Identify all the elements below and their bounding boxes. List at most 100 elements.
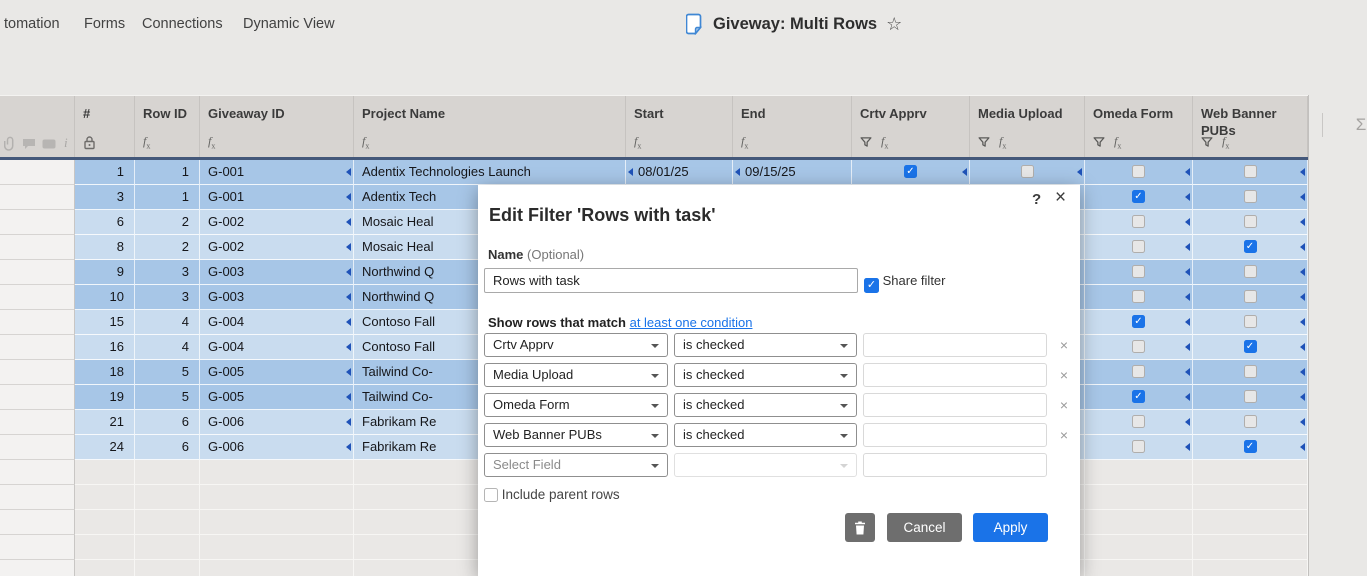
row-number-cell[interactable]: 6 [75, 210, 135, 235]
row-checkbox[interactable]: ✓ [1243, 240, 1257, 253]
omeda-form-cell[interactable] [1085, 160, 1193, 185]
giveaway-id-cell[interactable]: G-004 [200, 335, 354, 360]
web-banner-pubs-cell[interactable] [1193, 185, 1308, 210]
row-checkbox[interactable] [1132, 365, 1145, 378]
remove-condition-icon[interactable]: × [1056, 427, 1072, 443]
empty-cell[interactable] [200, 560, 354, 576]
empty-cell[interactable] [200, 510, 354, 535]
giveaway-id-cell[interactable]: G-001 [200, 160, 354, 185]
column-header[interactable]: # [75, 96, 135, 158]
menu-item-forms[interactable]: Forms [84, 16, 125, 32]
empty-cell[interactable] [75, 560, 135, 576]
row-number-cell[interactable]: 10 [75, 285, 135, 310]
condition-field-select[interactable]: Crtv Apprv [484, 333, 668, 357]
menu-item-connections[interactable]: Connections [142, 16, 223, 32]
condition-value-input[interactable] [863, 363, 1047, 387]
web-banner-pubs-cell[interactable] [1193, 385, 1308, 410]
row-id-cell[interactable]: 6 [135, 410, 200, 435]
row-checkbox[interactable] [1132, 240, 1145, 253]
row-id-cell[interactable]: 5 [135, 360, 200, 385]
row-gutter-cell[interactable] [0, 410, 75, 435]
crtv-apprv-cell[interactable]: ✓ [852, 160, 970, 185]
row-checkbox[interactable] [1132, 415, 1145, 428]
empty-cell[interactable] [75, 535, 135, 560]
empty-cell[interactable] [1193, 485, 1308, 510]
condition-operator-select[interactable]: is checked [674, 423, 857, 447]
empty-cell[interactable] [135, 460, 200, 485]
empty-cell[interactable] [1193, 535, 1308, 560]
giveaway-id-cell[interactable]: G-006 [200, 435, 354, 460]
row-number-cell[interactable]: 3 [75, 185, 135, 210]
row-gutter-cell[interactable] [0, 285, 75, 310]
close-icon[interactable]: × [1055, 187, 1066, 209]
giveaway-id-cell[interactable]: G-002 [200, 235, 354, 260]
row-gutter-cell[interactable] [0, 210, 75, 235]
empty-cell[interactable] [75, 510, 135, 535]
row-checkbox[interactable] [1243, 415, 1257, 428]
row-checkbox[interactable] [1243, 365, 1257, 378]
empty-cell[interactable] [135, 485, 200, 510]
row-checkbox[interactable]: ✓ [1132, 190, 1145, 203]
include-parent-checkbox[interactable] [484, 488, 498, 502]
web-banner-pubs-cell[interactable] [1193, 285, 1308, 310]
filter-name-input[interactable] [484, 268, 858, 293]
empty-cell[interactable] [1085, 535, 1193, 560]
project-name-cell[interactable]: Adentix Technologies Launch [354, 160, 626, 185]
omeda-form-cell[interactable]: ✓ [1085, 310, 1193, 335]
row-checkbox[interactable]: ✓ [1132, 390, 1145, 403]
column-header[interactable]: Project Name fx [354, 96, 626, 158]
row-number-cell[interactable]: 15 [75, 310, 135, 335]
share-filter-checkbox[interactable]: ✓ [864, 278, 879, 293]
condition-value-input[interactable] [863, 393, 1047, 417]
web-banner-pubs-cell[interactable] [1193, 310, 1308, 335]
row-gutter-cell[interactable] [0, 160, 75, 185]
empty-cell[interactable] [0, 510, 75, 535]
column-header[interactable]: Omeda Form fx [1085, 96, 1193, 158]
remove-condition-icon[interactable]: × [1056, 397, 1072, 413]
condition-field-select[interactable]: Web Banner PUBs [484, 423, 668, 447]
row-checkbox[interactable] [1243, 165, 1257, 178]
condition-operator-select[interactable]: is checked [674, 333, 857, 357]
row-checkbox[interactable]: ✓ [1243, 340, 1257, 353]
omeda-form-cell[interactable] [1085, 235, 1193, 260]
row-checkbox[interactable]: ✓ [1243, 440, 1257, 453]
row-id-cell[interactable]: 1 [135, 185, 200, 210]
row-checkbox[interactable] [1132, 165, 1145, 178]
empty-cell[interactable] [200, 485, 354, 510]
row-id-cell[interactable]: 5 [135, 385, 200, 410]
empty-cell[interactable] [135, 535, 200, 560]
row-gutter-cell[interactable] [0, 385, 75, 410]
giveaway-id-cell[interactable]: G-004 [200, 310, 354, 335]
row-gutter-cell[interactable] [0, 360, 75, 385]
empty-cell[interactable] [200, 535, 354, 560]
row-id-cell[interactable]: 3 [135, 260, 200, 285]
omeda-form-cell[interactable] [1085, 285, 1193, 310]
column-header[interactable]: Media Upload fx [970, 96, 1085, 158]
help-icon[interactable]: ? [1032, 191, 1041, 208]
row-gutter-cell[interactable] [0, 310, 75, 335]
omeda-form-cell[interactable] [1085, 410, 1193, 435]
condition-value-input[interactable] [863, 423, 1047, 447]
start-date-cell[interactable]: 08/01/25 [626, 160, 733, 185]
apply-button[interactable]: Apply [973, 513, 1048, 542]
empty-cell[interactable] [75, 460, 135, 485]
omeda-form-cell[interactable] [1085, 260, 1193, 285]
giveaway-id-cell[interactable]: G-003 [200, 260, 354, 285]
empty-cell[interactable] [1085, 560, 1193, 576]
remove-condition-icon[interactable]: × [1056, 337, 1072, 353]
row-gutter-cell[interactable] [0, 260, 75, 285]
empty-cell[interactable] [0, 560, 75, 576]
row-id-cell[interactable]: 2 [135, 210, 200, 235]
favorite-star-icon[interactable]: ☆ [886, 15, 902, 33]
empty-cell[interactable] [0, 485, 75, 510]
omeda-form-cell[interactable] [1085, 210, 1193, 235]
row-number-cell[interactable]: 18 [75, 360, 135, 385]
condition-field-select[interactable]: Media Upload [484, 363, 668, 387]
row-checkbox[interactable] [1132, 215, 1145, 228]
row-checkbox[interactable] [1243, 265, 1257, 278]
giveaway-id-cell[interactable]: G-005 [200, 385, 354, 410]
empty-cell[interactable] [1085, 485, 1193, 510]
row-number-cell[interactable]: 9 [75, 260, 135, 285]
row-id-cell[interactable]: 3 [135, 285, 200, 310]
omeda-form-cell[interactable] [1085, 435, 1193, 460]
